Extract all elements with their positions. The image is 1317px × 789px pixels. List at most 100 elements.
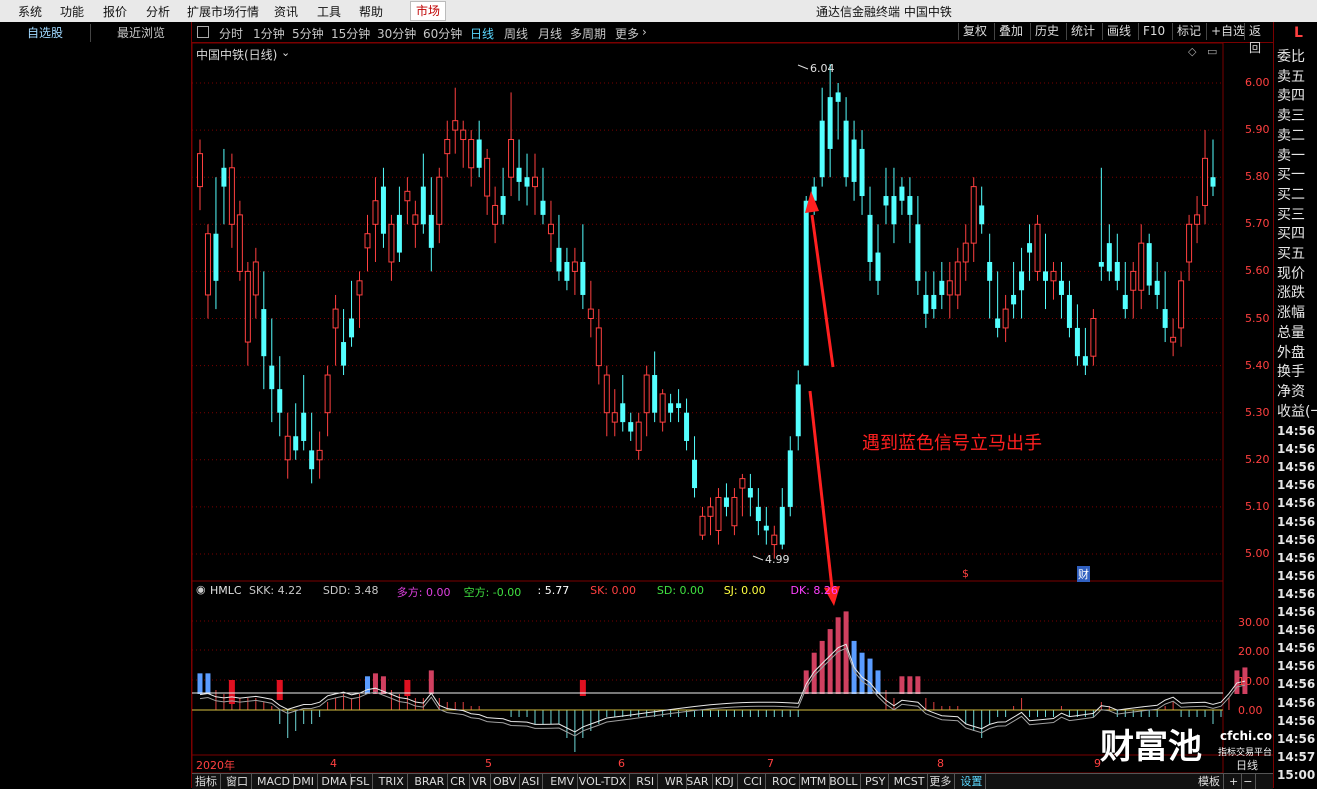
period-multi[interactable]: 多周期 [570, 25, 606, 42]
candle-body [244, 270, 251, 343]
quote-label: 委比 [1277, 49, 1305, 65]
candle-body [962, 242, 969, 263]
indicator-tab[interactable]: MACD [254, 774, 294, 789]
trade-time: 14:56 [1277, 442, 1316, 457]
indicator-tab[interactable]: − [1240, 774, 1257, 789]
period-intraday[interactable]: 分时 [219, 25, 243, 42]
chevron-down-icon[interactable]: ⌄ [281, 46, 290, 59]
period-5min[interactable]: 5分钟 [292, 25, 324, 42]
btn-adjust[interactable]: 复权 [958, 23, 991, 40]
btn-stats[interactable]: 统计 [1066, 23, 1099, 40]
indicator-tab[interactable]: 设置 [957, 774, 987, 789]
period-monthly[interactable]: 月线 [538, 25, 562, 42]
minimize-icon[interactable]: ▭ [1207, 45, 1217, 58]
indicator-tab[interactable]: 更多 [926, 774, 956, 789]
candle-body [500, 196, 506, 215]
btn-mark[interactable]: 标记 [1172, 23, 1205, 40]
period-1min[interactable]: 1分钟 [253, 25, 285, 42]
candle-body [707, 506, 714, 517]
menu-help[interactable]: 帮助 [359, 3, 383, 20]
indicator-tab[interactable]: 模板 [1195, 774, 1224, 789]
menu-quote[interactable]: 报价 [103, 3, 127, 20]
period-daily[interactable]: 日线 [470, 25, 494, 42]
chevron-right-icon[interactable]: › [642, 25, 647, 39]
high-pointer [797, 64, 809, 70]
indicator-toggle-icon[interactable]: ◉ [196, 583, 206, 596]
period-15min[interactable]: 15分钟 [331, 25, 370, 42]
event-marker-dividend[interactable]: $ [962, 567, 969, 580]
indicator-tab[interactable]: VR [469, 774, 491, 789]
histogram-bar [835, 617, 841, 694]
diamond-icon[interactable]: ◇ [1188, 45, 1196, 58]
indicator-tab[interactable]: ASI [519, 774, 544, 789]
menu-system[interactable]: 系统 [18, 3, 42, 20]
indicator-tab[interactable]: KDJ [712, 774, 738, 789]
candle-body [1186, 223, 1193, 263]
indicator-tab[interactable]: CR [447, 774, 470, 789]
btn-back[interactable]: 返回 [1244, 23, 1273, 55]
candle-body [1154, 280, 1160, 295]
tab-watchlist[interactable]: 自选股 [0, 24, 91, 42]
indicator-tab[interactable]: DMI [290, 774, 319, 789]
candle-body [228, 167, 235, 225]
indicator-tab[interactable]: MCST [891, 774, 929, 789]
indicator-tab[interactable]: FSL [347, 774, 374, 789]
trade-time: 14:56 [1277, 677, 1316, 692]
btn-overlay[interactable]: 叠加 [994, 23, 1027, 40]
period-weekly[interactable]: 周线 [504, 25, 528, 42]
indicator-tab[interactable]: CCI [740, 774, 766, 789]
low-price-label: 4.99 [765, 553, 790, 566]
candle-body [580, 261, 586, 295]
indicator-tab[interactable]: SAR [683, 774, 713, 789]
indicator-tab[interactable]: OBV [490, 774, 521, 789]
panel-toggle-icon[interactable] [197, 26, 209, 38]
btn-f10[interactable]: F10 [1138, 23, 1169, 40]
btn-draw[interactable]: 画线 [1102, 23, 1135, 40]
period-30min[interactable]: 30分钟 [377, 25, 416, 42]
btn-history[interactable]: 历史 [1030, 23, 1063, 40]
menu-analysis[interactable]: 分析 [146, 3, 170, 20]
candle-body [204, 233, 211, 296]
tab-recent[interactable]: 最近浏览 [92, 24, 190, 42]
menu-info[interactable]: 资讯 [274, 3, 298, 20]
period-more[interactable]: 更多 [615, 25, 639, 42]
histogram-bar [915, 676, 921, 694]
indicator-tab-bar: 指标 窗口 MACD DMI DMA FSL TRIX BRAR CR VR OBV ASI EMV VO… [192, 773, 1273, 789]
candle-body [571, 261, 578, 272]
indicator-tab[interactable]: ROC [769, 774, 800, 789]
candle-body [595, 327, 602, 367]
price-tick: 5.00 [1245, 547, 1270, 560]
indicator-tab[interactable]: 指标 [192, 774, 221, 789]
chart-grid [192, 43, 1273, 773]
indicator-tick: 30.00 [1238, 616, 1270, 629]
indicator-tab[interactable]: VOL-TDX [576, 774, 631, 789]
quote-panel: L 委比 卖五 卖四 卖三 卖二 卖一 买一 买二 买三 买四 买五 现价 涨跌 涨幅 总量 外盘 换手 净资 收益… [1273, 22, 1317, 788]
price-tick: 5.40 [1245, 358, 1270, 372]
indicator-tab[interactable]: BOLL [826, 774, 862, 789]
btn-add-watchlist[interactable]: +自选 [1206, 23, 1249, 40]
period-60min[interactable]: 60分钟 [423, 25, 462, 42]
indicator-tab[interactable]: BRAR [411, 774, 449, 789]
candle-body [1019, 271, 1025, 291]
candle-body [907, 196, 913, 215]
price-tick: 5.70 [1245, 217, 1270, 231]
indicator-param: SKK: 4.22 [249, 584, 303, 597]
x-label: 6 [618, 757, 625, 770]
menu-extended-market[interactable]: 扩展市场行情 [187, 3, 259, 20]
chart-frame [192, 43, 1224, 773]
indicator-tab[interactable]: PSY [862, 774, 890, 789]
menu-market[interactable]: 市场 [410, 1, 447, 21]
candle-body [349, 318, 355, 338]
event-marker-finance[interactable]: 财 [1077, 566, 1090, 582]
indicator-tab[interactable]: 窗口 [223, 774, 252, 789]
indicator-tab[interactable]: RSI [633, 774, 659, 789]
candle-body [388, 223, 395, 263]
trade-time: 14:57 [1277, 749, 1316, 764]
menu-tools[interactable]: 工具 [317, 3, 341, 20]
indicator-tab[interactable]: TRIX [376, 774, 408, 789]
histogram-bar [197, 673, 203, 694]
indicator-tab[interactable]: EMV [547, 774, 579, 789]
histogram-bar [205, 673, 211, 694]
menu-function[interactable]: 功能 [60, 3, 84, 20]
watermark-brand: 财富池 [1100, 727, 1202, 767]
